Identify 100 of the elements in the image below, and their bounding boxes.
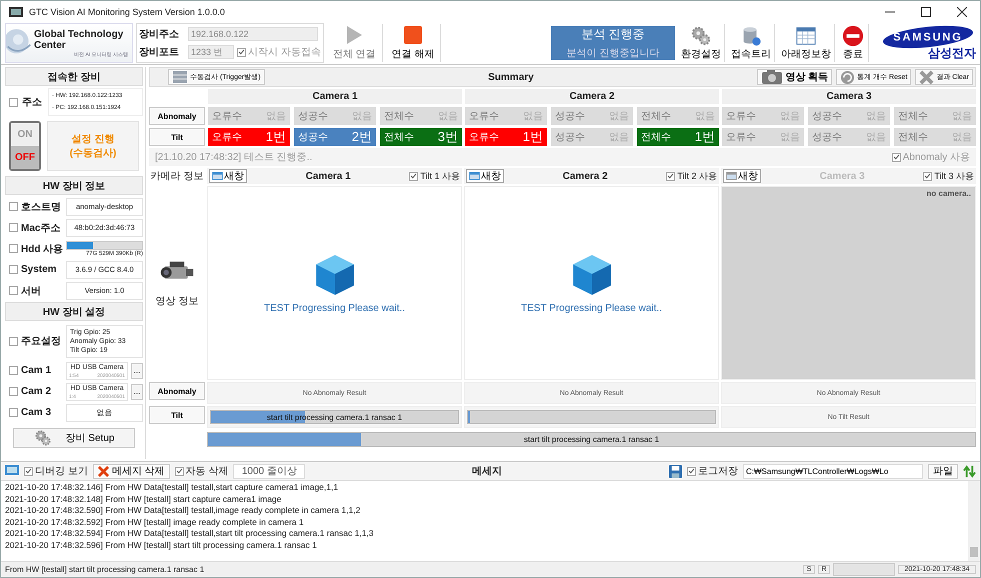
app-icon	[9, 6, 23, 16]
window-icon	[212, 172, 223, 180]
save-log-checkbox[interactable]: 로그저장	[687, 464, 738, 478]
logo-title: Global Technology Center	[34, 28, 124, 50]
row-label-button[interactable]: Abnomaly	[149, 382, 205, 400]
save-icon[interactable]	[669, 464, 682, 478]
checkbox[interactable]	[9, 336, 18, 346]
camera-title: Camera 2	[562, 170, 609, 182]
close-icon	[957, 6, 967, 16]
delete-icon	[98, 466, 109, 476]
status-title: 분석 진행중	[581, 26, 645, 43]
count-cell: 오류수 1번	[465, 128, 547, 146]
progress-message: TEST Progressing Please wait..	[264, 302, 405, 314]
window-title: GTC Vision AI Monitoring System Version 1.0.0.0	[29, 6, 225, 16]
browse-button[interactable]: ...	[131, 362, 143, 378]
disconnect-button[interactable]: 연결 해제	[386, 24, 442, 62]
check-icon	[688, 467, 695, 475]
section-header: 접속한 장비	[5, 67, 143, 86]
row-label-button[interactable]: Tilt	[149, 406, 205, 424]
check-icon	[667, 172, 674, 180]
window-icon	[726, 172, 737, 180]
summary-title: Summary	[487, 72, 535, 82]
clear-messages-button[interactable]: 메세지 삭제	[92, 464, 170, 478]
check-icon	[176, 467, 183, 475]
check-icon	[25, 467, 32, 475]
line-limit-field[interactable]: 1000 줄이상	[233, 464, 306, 478]
check-icon	[924, 172, 932, 180]
checkbox[interactable]	[9, 265, 18, 274]
row-label: 주소	[22, 96, 43, 109]
toolbar-button[interactable]: 접속트리	[728, 24, 775, 62]
stop-icon	[402, 25, 423, 45]
section-header: HW 장비 설정	[5, 302, 143, 321]
camera-icon	[761, 69, 784, 85]
no-entry-icon	[841, 25, 865, 47]
toolbar-button[interactable]: 환경설정	[678, 24, 725, 62]
clear-icon	[919, 70, 934, 84]
sort-icon[interactable]	[963, 464, 976, 478]
camera-header: Camera 2	[465, 89, 719, 104]
log-title: 메세지	[471, 465, 504, 478]
camera-title: Camera 1	[304, 170, 352, 182]
status-text: [21.10.20 17:48:32] 테스트 진행중..	[155, 151, 312, 164]
camera-header: Camera 1	[208, 89, 462, 104]
row-label-button[interactable]: Abnomaly	[149, 107, 205, 125]
log-line: 2021-10-20 17:48:32.592] From HW [testall] image ready complete in camera 1	[5, 516, 305, 528]
gears-icon	[34, 429, 52, 447]
row-label-button[interactable]: Tilt	[149, 128, 205, 146]
new-window-button[interactable]: 새창	[723, 169, 761, 183]
row-label: Hdd 사용	[21, 242, 63, 256]
new-window-button[interactable]: 새창	[466, 169, 504, 183]
progress-text: start tilt processing camera.1 ransac 1	[266, 412, 404, 423]
window-icon	[469, 172, 480, 180]
auto-delete-checkbox[interactable]: 자동 삭제	[174, 464, 228, 478]
checkbox[interactable]	[9, 223, 18, 232]
no-camera-text: no camera..	[926, 189, 971, 198]
progress-message: TEST Progressing Please wait..	[521, 302, 662, 314]
cube-icon	[314, 252, 356, 296]
server-icon	[172, 70, 188, 84]
toolbar-button[interactable]: 아래정보창	[778, 24, 835, 62]
camera-title: Camera 3	[818, 170, 866, 182]
check-icon	[410, 172, 418, 180]
row-label: Cam 1	[21, 365, 52, 376]
camera-info-label: 카메라 정보	[150, 170, 204, 183]
tilt-checkbox[interactable]: Tilt 3 사용	[923, 170, 974, 182]
debug-checkbox[interactable]: 디버깅 보기	[24, 464, 88, 478]
checkbox[interactable]	[9, 366, 18, 375]
count-cell: 오류수 1번	[208, 128, 290, 146]
maximize-icon	[921, 6, 931, 16]
tilt-checkbox[interactable]: Tilt 2 사용	[666, 170, 717, 182]
checkbox[interactable]	[9, 387, 18, 396]
table-icon	[795, 25, 817, 47]
log-line: 2021-10-20 17:48:32.596] From HW [testall] start tilt processing camera.1 ransac 1	[5, 540, 318, 551]
row-label: Cam 2	[21, 386, 52, 397]
log-line: 2021-10-20 17:48:32.148] From HW [testall] start capture camera1 image	[5, 494, 282, 505]
count-cell: 전체수 3번	[380, 128, 462, 146]
log-line: 2021-10-20 17:48:32.590] From HW Data[testall] testall,image ready complete in camera 1,1,2	[5, 505, 362, 516]
checkbox[interactable]	[9, 98, 18, 106]
status-message: From HW [testall] start tilt processing camera.1 ransac 1	[5, 565, 206, 574]
checkbox[interactable]	[9, 286, 18, 295]
row-label: 주요설정	[21, 335, 62, 348]
new-window-button[interactable]: 새창	[209, 169, 247, 183]
scrollbar[interactable]	[968, 481, 980, 561]
play-icon	[344, 25, 364, 45]
log-path-field[interactable]: C:₩Samsung₩TLController₩Logs₩Lo	[743, 464, 923, 478]
check-icon	[238, 48, 245, 56]
checkbox[interactable]	[9, 244, 18, 253]
checkbox[interactable]	[9, 408, 18, 417]
row-label: 호스트명	[21, 200, 62, 214]
row-label: System	[21, 264, 58, 275]
toolbar-button[interactable]: 영상 획득	[757, 69, 832, 85]
checkbox[interactable]	[9, 202, 18, 211]
setup-button[interactable]: 장비 Setup	[13, 428, 135, 448]
count-cell: 성공수 2번	[294, 128, 376, 146]
reset-icon	[840, 70, 856, 84]
file-button[interactable]: 파일	[928, 464, 958, 478]
toolbar-button[interactable]: 종료	[838, 24, 869, 62]
tilt-checkbox[interactable]: Tilt 1 사용	[409, 170, 460, 182]
log-line: 2021-10-20 17:48:32.146] From HW Data[testall] testall,start capture camera1 image,1,1	[5, 482, 340, 494]
progress-text: start tilt processing camera.1 ransac 1	[522, 434, 660, 446]
section-header: HW 장비 정보	[5, 176, 143, 195]
browse-button[interactable]: ...	[131, 384, 143, 400]
